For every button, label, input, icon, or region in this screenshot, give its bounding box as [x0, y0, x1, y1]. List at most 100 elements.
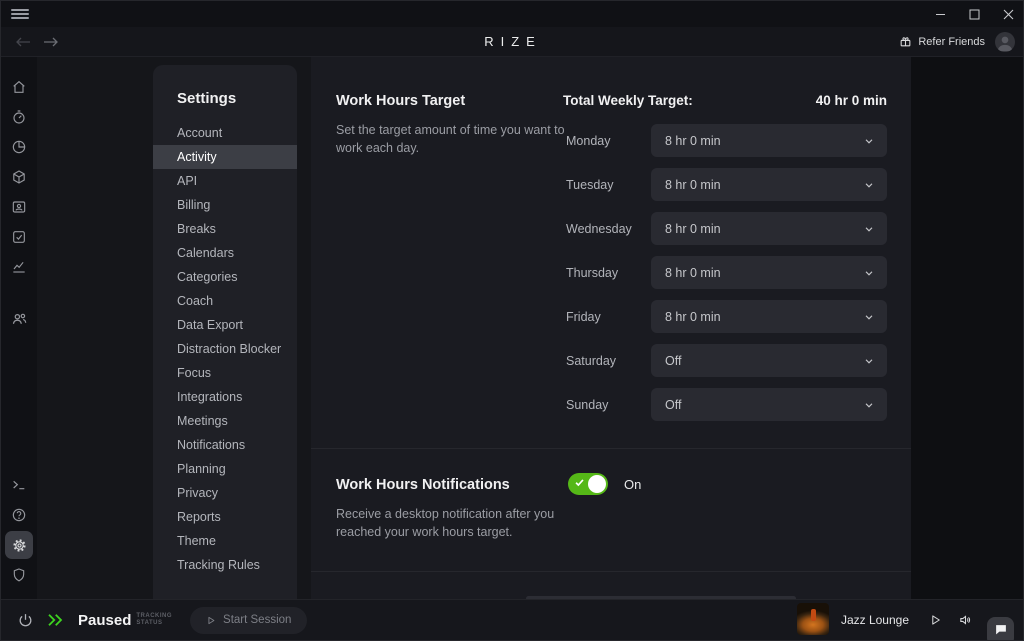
sidebar-item-team[interactable] [5, 304, 33, 332]
content-right-gutter [911, 57, 1023, 599]
gear-icon [11, 537, 28, 554]
maximize-icon [969, 9, 980, 20]
settings-item-distraction-blocker[interactable]: Distraction Blocker [153, 337, 297, 361]
team-icon [11, 310, 28, 327]
back-button[interactable] [15, 36, 31, 48]
forward-button[interactable] [43, 36, 59, 48]
work-hours-notifications-description: Receive a desktop notification after you… [336, 505, 572, 541]
minimize-button[interactable] [923, 1, 957, 27]
settings-item-activity[interactable]: Activity [153, 145, 297, 169]
day-label: Wednesday [566, 212, 632, 245]
close-button[interactable] [991, 1, 1024, 27]
home-icon [11, 79, 27, 95]
fast-forward-button[interactable] [46, 613, 64, 627]
toggle-state-label: On [624, 477, 641, 492]
settings-item-breaks[interactable]: Breaks [153, 217, 297, 241]
chevron-down-icon [863, 267, 875, 279]
sidebar-item-tasks[interactable] [5, 223, 33, 251]
play-icon [206, 615, 216, 626]
notifications-toggle-row: On [568, 473, 641, 495]
tracking-status-caption: TRACKING STATUS [136, 613, 172, 627]
day-label: Friday [566, 300, 601, 333]
contact-card-icon [11, 199, 27, 215]
navbar: RIZE Refer Friends [1, 27, 1024, 57]
thursday-target-select[interactable]: 8 hr 0 min [651, 256, 887, 289]
sidebar-item-terminal[interactable] [5, 471, 33, 499]
day-label: Sunday [566, 388, 608, 421]
settings-item-billing[interactable]: Billing [153, 193, 297, 217]
settings-item-coach[interactable]: Coach [153, 289, 297, 313]
chevron-down-icon [863, 311, 875, 323]
settings-item-meetings[interactable]: Meetings [153, 409, 297, 433]
check-icon [574, 477, 585, 488]
sidebar-item-home[interactable] [5, 73, 33, 101]
refer-friends-button[interactable]: Refer Friends [899, 35, 985, 48]
pie-chart-icon [11, 139, 27, 155]
settings-item-categories[interactable]: Categories [153, 265, 297, 289]
sidebar-item-help[interactable] [5, 501, 33, 529]
settings-item-api[interactable]: API [153, 169, 297, 193]
terminal-icon [11, 477, 27, 493]
select-value: 8 hr 0 min [665, 178, 721, 192]
sidebar-item-clients[interactable] [5, 193, 33, 221]
section-divider [311, 571, 911, 572]
minimize-icon [935, 9, 946, 20]
settings-item-tracking-rules[interactable]: Tracking Rules [153, 553, 297, 577]
sidebar-item-reports[interactable] [5, 133, 33, 161]
sidebar-item-projects[interactable] [5, 163, 33, 191]
settings-item-theme[interactable]: Theme [153, 529, 297, 553]
day-row-sunday: Sunday Off [561, 388, 887, 421]
sidebar-item-settings[interactable] [5, 531, 33, 559]
chat-button[interactable] [987, 617, 1014, 641]
select-value: Off [665, 398, 681, 412]
settings-item-notifications[interactable]: Notifications [153, 433, 297, 457]
settings-item-planning[interactable]: Planning [153, 457, 297, 481]
avatar[interactable] [995, 32, 1015, 52]
friday-target-select[interactable]: 8 hr 0 min [651, 300, 887, 333]
activity-settings-content: Work Hours Target Set the target amount … [311, 57, 911, 599]
sidebar-item-timer[interactable] [5, 103, 33, 131]
help-circle-icon [11, 507, 27, 523]
settings-item-privacy[interactable]: Privacy [153, 481, 297, 505]
settings-card: Settings Account Activity API Billing Br… [153, 65, 297, 599]
hamburger-menu-icon[interactable] [11, 7, 29, 21]
chevron-down-icon [863, 399, 875, 411]
monday-target-select[interactable]: 8 hr 0 min [651, 124, 887, 157]
day-row-thursday: Thursday 8 hr 0 min [561, 256, 887, 289]
settings-item-integrations[interactable]: Integrations [153, 385, 297, 409]
volume-button[interactable] [958, 613, 973, 627]
select-value: 8 hr 0 min [665, 310, 721, 324]
saturday-target-select[interactable]: Off [651, 344, 887, 377]
notifications-toggle[interactable] [568, 473, 608, 495]
player-play-button[interactable] [929, 613, 942, 627]
album-art[interactable] [797, 603, 829, 635]
settings-item-data-export[interactable]: Data Export [153, 313, 297, 337]
settings-item-reports[interactable]: Reports [153, 505, 297, 529]
work-hours-target-description: Set the target amount of time you want t… [336, 121, 572, 157]
tuesday-target-select[interactable]: 8 hr 0 min [651, 168, 887, 201]
settings-item-account[interactable]: Account [153, 121, 297, 145]
power-button[interactable] [17, 612, 34, 629]
line-chart-icon [11, 259, 27, 275]
day-label: Thursday [566, 256, 618, 289]
rize-app-window: RIZE Refer Friends [0, 0, 1024, 641]
start-session-button[interactable]: Start Session [190, 607, 307, 634]
settings-item-focus[interactable]: Focus [153, 361, 297, 385]
total-weekly-target-row: Total Weekly Target: 40 hr 0 min [563, 93, 887, 108]
settings-item-calendars[interactable]: Calendars [153, 241, 297, 265]
select-value: Off [665, 354, 681, 368]
double-chevron-icon [46, 613, 64, 627]
sidebar-item-privacy[interactable] [5, 561, 33, 589]
sunday-target-select[interactable]: Off [651, 388, 887, 421]
settings-panel: Settings Account Activity API Billing Br… [37, 57, 311, 599]
speaker-icon [958, 613, 973, 627]
chevron-down-icon [863, 355, 875, 367]
titlebar [1, 1, 1024, 27]
sidebar-item-analytics[interactable] [5, 253, 33, 281]
select-value: 8 hr 0 min [665, 222, 721, 236]
wednesday-target-select[interactable]: 8 hr 0 min [651, 212, 887, 245]
total-weekly-target-label: Total Weekly Target: [563, 93, 693, 108]
maximize-button[interactable] [957, 1, 991, 27]
settings-title: Settings [153, 65, 297, 107]
timer-icon [11, 109, 27, 125]
